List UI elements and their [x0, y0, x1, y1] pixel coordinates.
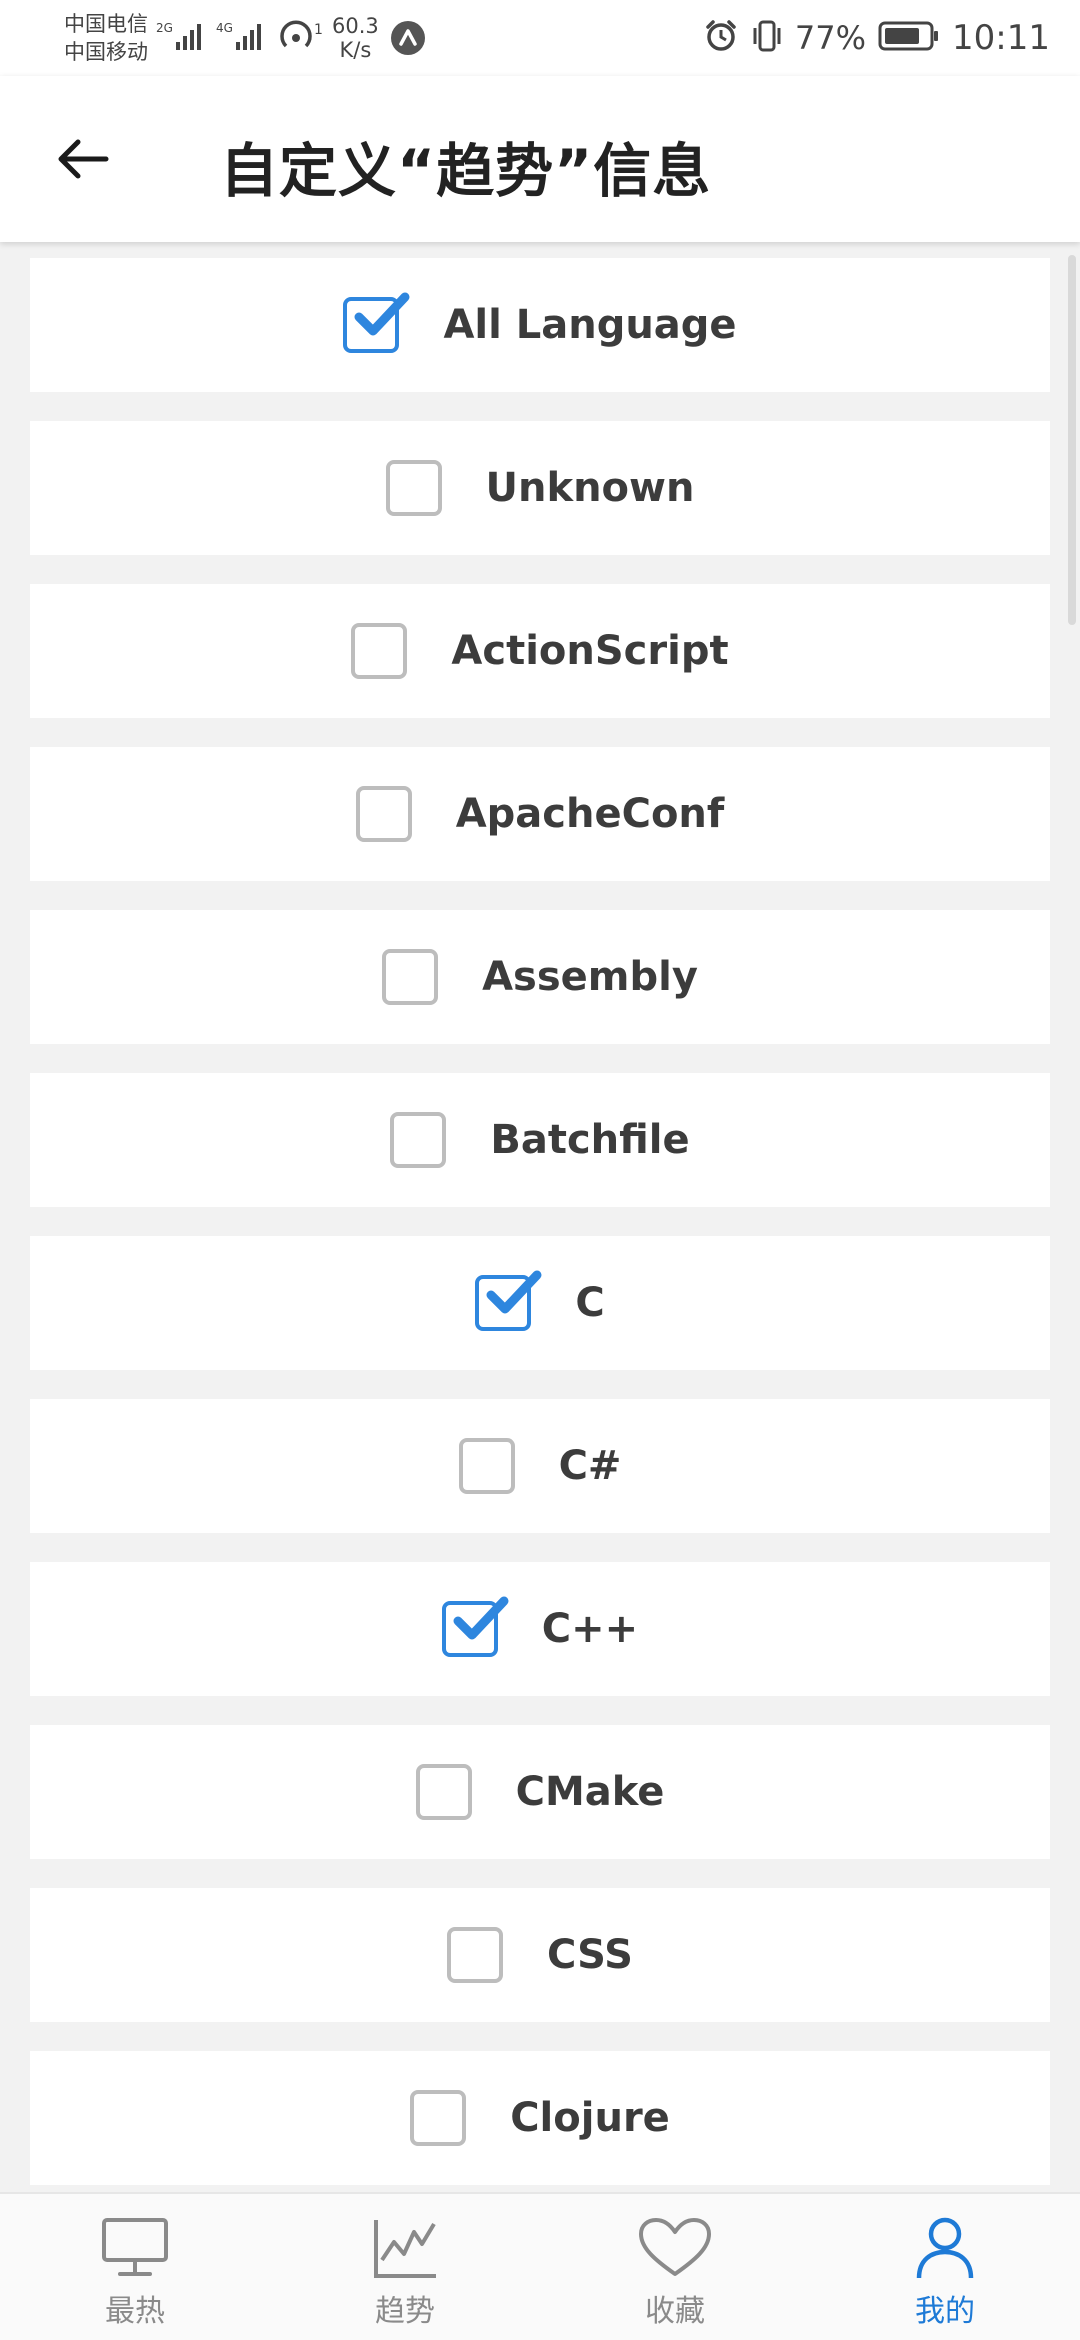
- language-list[interactable]: All Language Unknown ActionScript ApacheCon…: [0, 242, 1080, 2192]
- language-row[interactable]: Clojure: [30, 2051, 1050, 2185]
- battery-percent: 77%: [794, 19, 867, 57]
- hotspot-icon: 1: [276, 16, 332, 52]
- checkbox-checked[interactable]: [343, 292, 410, 353]
- signal-4g-icon: 4G: [216, 18, 272, 54]
- language-row-content: CMake: [415, 1764, 665, 1820]
- language-row-content: C#: [458, 1438, 622, 1494]
- checkbox[interactable]: [385, 460, 442, 516]
- language-row-content: ApacheConf: [355, 786, 725, 842]
- app-header: 自定义“趋势”信息: [0, 76, 1080, 242]
- checkbox[interactable]: [351, 623, 408, 679]
- language-label: C#: [558, 1443, 622, 1489]
- checkbox[interactable]: [382, 949, 439, 1005]
- language-row-content: Batchfile: [390, 1112, 690, 1168]
- nav-hot-label: 最热: [105, 2294, 165, 2329]
- net-speed-unit: K/s: [339, 38, 372, 62]
- language-row-content: ActionScript: [351, 623, 729, 679]
- checkmark-icon: [486, 1270, 542, 1314]
- scrollbar[interactable]: [1068, 255, 1076, 625]
- carrier-2: 中国移动: [64, 40, 148, 64]
- checkbox[interactable]: [390, 1112, 447, 1168]
- arrow-left-icon: [58, 139, 109, 179]
- heart-icon: [639, 2218, 711, 2276]
- monitor-icon: [102, 2218, 168, 2276]
- language-label: C++: [541, 1606, 639, 1652]
- net-speed: 60.3 K/s: [332, 14, 379, 62]
- clock: 10:11: [952, 18, 1050, 58]
- nav-favorites[interactable]: 收藏: [540, 2194, 810, 2340]
- language-row[interactable]: ApacheConf: [30, 747, 1050, 881]
- checkbox[interactable]: [447, 1927, 504, 1983]
- language-row[interactable]: Assembly: [30, 910, 1050, 1044]
- language-row[interactable]: Unknown: [30, 421, 1050, 555]
- language-row-content: Unknown: [385, 460, 695, 516]
- alarm-icon: [703, 18, 739, 58]
- hotspot-count: 1: [314, 22, 323, 38]
- checkmark-icon: [453, 1596, 509, 1640]
- nav-mine-label: 我的: [915, 2294, 975, 2329]
- checkbox[interactable]: [415, 1764, 472, 1820]
- language-row-content: CSS: [447, 1927, 633, 1983]
- checkmark-icon: [354, 292, 410, 336]
- language-row-content: C++: [441, 1596, 639, 1657]
- language-label: CSS: [547, 1932, 633, 1978]
- language-label: ActionScript: [451, 628, 729, 674]
- language-row-content: C: [475, 1270, 605, 1331]
- nav-hot[interactable]: 最热: [0, 2194, 270, 2340]
- language-row-content: Assembly: [382, 949, 698, 1005]
- battery-icon: [878, 20, 940, 56]
- checkbox-checked[interactable]: [441, 1596, 509, 1657]
- back-button[interactable]: [40, 116, 126, 202]
- language-label: Unknown: [485, 465, 695, 511]
- carrier-1: 中国电信: [64, 12, 148, 36]
- language-row-content: All Language: [343, 292, 737, 353]
- net-speed-value: 60.3: [332, 14, 379, 38]
- language-label: Batchfile: [490, 1117, 690, 1163]
- language-label: Assembly: [482, 954, 698, 1000]
- nav-mine[interactable]: 我的: [810, 2194, 1080, 2340]
- vibrate-icon: [751, 18, 783, 58]
- language-row[interactable]: Batchfile: [30, 1073, 1050, 1207]
- checkbox-checked[interactable]: [475, 1270, 542, 1331]
- language-label: All Language: [443, 302, 737, 348]
- language-row[interactable]: CMake: [30, 1725, 1050, 1859]
- nav-favorites-label: 收藏: [645, 2294, 705, 2329]
- nav-trend[interactable]: 趋势: [270, 2194, 540, 2340]
- language-row[interactable]: ActionScript: [30, 584, 1050, 718]
- checkbox[interactable]: [458, 1438, 515, 1494]
- carrier-info: 中国电信 中国移动: [64, 10, 148, 66]
- language-label: ApacheConf: [455, 791, 725, 837]
- language-label: C: [575, 1280, 605, 1326]
- status-right: 77% 10:11: [703, 16, 1050, 60]
- language-label: Clojure: [510, 2095, 670, 2141]
- status-bar: 中国电信 中国移动 2G 4G 1 60.3 K/s 77% 10:11: [0, 0, 1080, 76]
- user-icon: [916, 2217, 974, 2279]
- language-row[interactable]: C++: [30, 1562, 1050, 1696]
- nav-trend-label: 趋势: [375, 2294, 435, 2329]
- bottom-nav: 最热 趋势 收藏 我的: [0, 2192, 1080, 2340]
- language-label: CMake: [515, 1769, 665, 1815]
- page-title: 自定义“趋势”信息: [220, 137, 712, 205]
- language-row-content: Clojure: [410, 2090, 670, 2146]
- language-row[interactable]: C#: [30, 1399, 1050, 1533]
- signal-2g-icon: 2G: [156, 18, 212, 54]
- language-row[interactable]: CSS: [30, 1888, 1050, 2022]
- sig2-text: 4G: [216, 21, 233, 35]
- language-row[interactable]: C: [30, 1236, 1050, 1370]
- language-row[interactable]: All Language: [30, 258, 1050, 392]
- sig1-text: 2G: [156, 21, 173, 35]
- checkbox[interactable]: [410, 2090, 467, 2146]
- checkbox[interactable]: [355, 786, 412, 842]
- app-notification-icon: [390, 20, 426, 60]
- trend-chart-icon: [374, 2220, 436, 2278]
